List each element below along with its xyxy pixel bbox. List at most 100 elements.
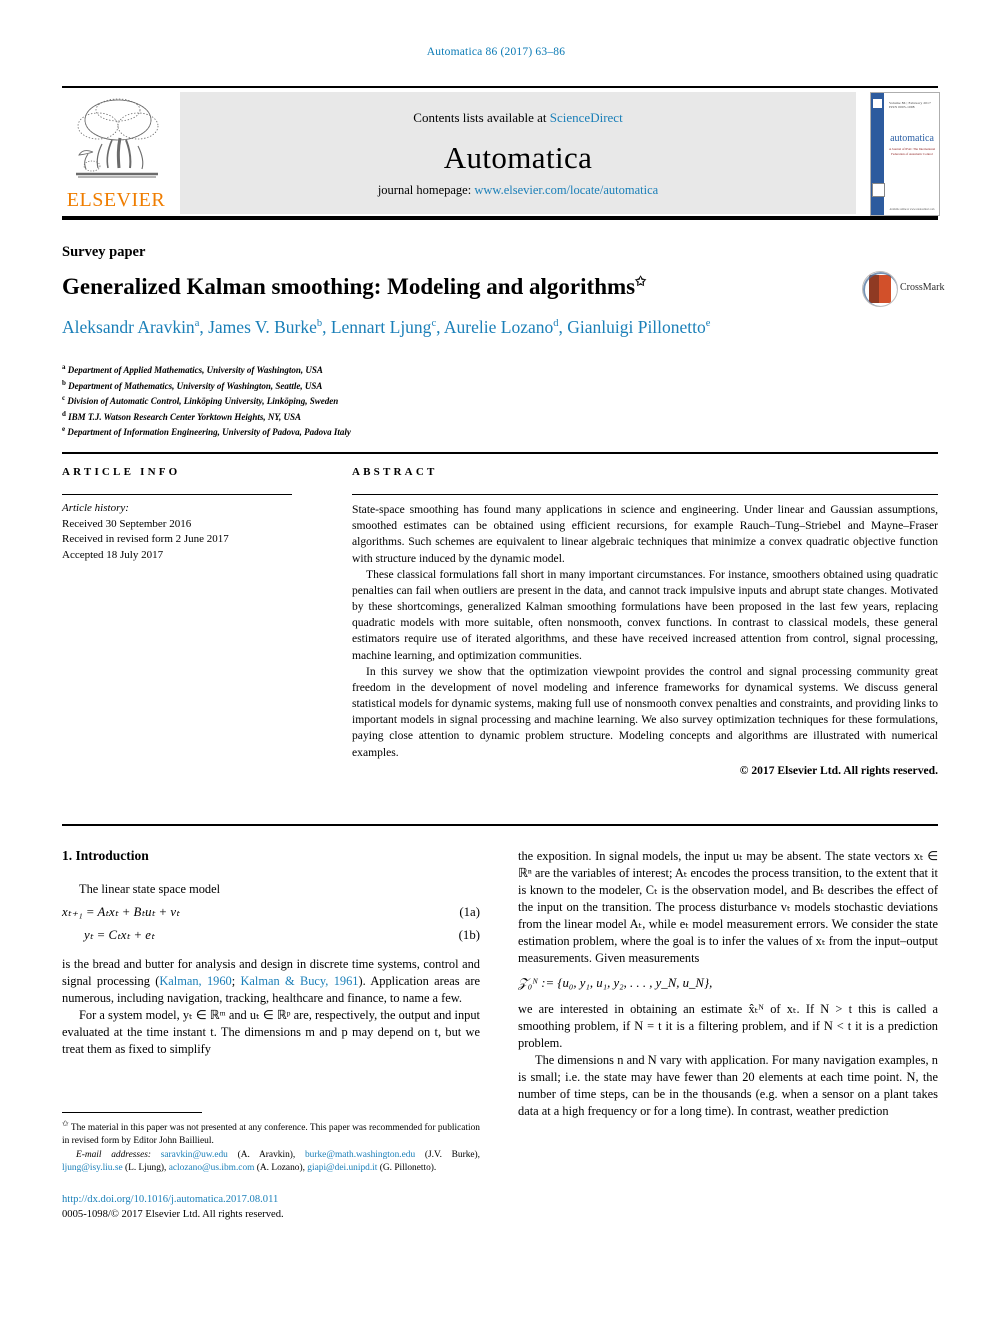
cover-subtitle: A Journal of IFAC The International Fede… — [888, 147, 936, 156]
abstract-block-top-rule — [62, 452, 938, 454]
email-owner-aravkin: (A. Aravkin) — [237, 1149, 293, 1160]
homepage-prefix: journal homepage: — [377, 183, 475, 197]
affiliation-item: c Division of Automatic Control, Linköpi… — [62, 393, 622, 409]
elsevier-tree-icon — [68, 94, 164, 182]
equation-1b: yₜ = Cₜxₜ + eₜ (1b) — [62, 928, 480, 947]
right-paragraph-3: The dimensions n and N vary with applica… — [518, 1053, 938, 1118]
affiliation-text: Division of Automatic Control, Linköping… — [67, 396, 339, 407]
right-paragraph-2: we are interested in obtaining an estima… — [518, 1002, 938, 1051]
author-affiliation-marker: e — [705, 318, 711, 330]
footnote-block: ✩ The material in this paper was not pre… — [62, 1118, 480, 1176]
ifac-logo-top-icon — [873, 99, 882, 108]
journal-cover-thumbnail[interactable]: Volume 86 | February 2017 ISSN 0005-1098… — [870, 92, 940, 216]
abstract-heading: ABSTRACT — [352, 466, 438, 478]
footnote-star-marker: ✩ — [62, 1119, 69, 1128]
affiliation-text: Department of Information Engineering, U… — [67, 427, 351, 438]
journal-masthead: ELSEVIER Contents lists available at Sci… — [62, 86, 940, 220]
journal-homepage-line: journal homepage: www.elsevier.com/locat… — [180, 183, 856, 198]
abstract-paragraph: In this survey we show that the optimiza… — [352, 664, 938, 759]
affiliation-marker: a — [62, 363, 66, 371]
footnote-conference-note: ✩ The material in this paper was not pre… — [62, 1118, 480, 1149]
author-name[interactable]: Lennart Ljung — [331, 317, 432, 337]
journal-homepage-link[interactable]: www.elsevier.com/locate/automatica — [474, 183, 658, 197]
abstract-block-bottom-rule — [62, 824, 938, 826]
article-history-title: Article history: — [62, 502, 129, 514]
elsevier-wordmark: ELSEVIER — [66, 189, 166, 211]
masthead-top-rule — [62, 86, 938, 88]
email-link-ljung[interactable]: ljung@isy.liu.se — [62, 1163, 123, 1173]
equation-1a-body: xₜ₊₁ = Aₜxₜ + Bₜuₜ + vₜ — [62, 905, 180, 919]
affiliation-marker: d — [62, 409, 66, 418]
author-name[interactable]: Aleksandr Aravkin — [62, 317, 195, 337]
masthead-center-panel: Contents lists available at ScienceDirec… — [180, 92, 856, 214]
abstract-rule — [352, 494, 938, 495]
affiliation-list: a Department of Applied Mathematics, Uni… — [62, 362, 622, 440]
footnote-separator-rule — [62, 1112, 202, 1113]
abstract-paragraph: State-space smoothing has found many app… — [352, 503, 938, 565]
crossmark-label: CrossMark — [900, 282, 945, 293]
article-history: Article history: Received 30 September 2… — [62, 501, 322, 563]
page-title: Generalized Kalman smoothing: Modeling a… — [62, 273, 772, 301]
equation-1b-number: (1b) — [458, 928, 480, 942]
affiliation-item: d IBM T.J. Watson Research Center Yorkto… — [62, 409, 622, 425]
email-addresses-label: E-mail addresses: — [76, 1149, 151, 1160]
article-history-item: Accepted 18 July 2017 — [62, 548, 164, 561]
footnote-emails: E-mail addresses: saravkin@uw.edu (A. Ar… — [62, 1149, 481, 1174]
affiliation-text: IBM T.J. Watson Research Center Yorktown… — [68, 411, 302, 422]
intro-paragraph-1: is the bread and butter for analysis and… — [62, 956, 480, 1007]
crossmark-icon — [862, 271, 898, 307]
body-column-left: 1. Introduction The linear state space m… — [62, 848, 480, 1058]
author-affiliation-marker: c — [431, 318, 437, 330]
elsevier-logo: ELSEVIER — [62, 92, 170, 214]
article-history-item: Received 30 September 2016 — [62, 517, 192, 530]
abstract-paragraph: These classical formulations fall short … — [352, 567, 938, 662]
affiliation-text: Department of Mathematics, University of… — [68, 380, 323, 391]
running-head: Automatica 86 (2017) 63–86 — [426, 46, 566, 58]
citation-kalman-1960[interactable]: Kalman, 1960 — [159, 974, 231, 988]
ifac-logo-bottom-icon — [872, 183, 885, 197]
article-history-item: Received in revised form 2 June 2017 — [62, 533, 229, 546]
author-name[interactable]: James V. Burke — [208, 317, 317, 337]
author-affiliation-marker: d — [553, 318, 559, 330]
abstract-copyright: © 2017 Elsevier Ltd. All rights reserved… — [739, 763, 938, 777]
equation-measurement-set: 𝒵₀ᴺ := {u₀, y₁, u₁, y₂, . . . , y_N, u_N… — [518, 976, 713, 991]
cover-footer: Available online at www.sciencedirect.co… — [889, 208, 935, 211]
author-affiliation-marker: a — [194, 318, 200, 330]
crossmark-ring — [863, 272, 897, 306]
email-link-burke[interactable]: burke@math.washington.edu — [305, 1150, 415, 1160]
title-footnote-marker[interactable]: ✩ — [635, 273, 646, 288]
issn-copyright-line: 0005-1098/© 2017 Elsevier Ltd. All right… — [62, 1209, 284, 1221]
email-owner-lozano: (A. Lozano) — [256, 1163, 303, 1174]
affiliation-item: b Department of Mathematics, University … — [62, 378, 622, 394]
doi-link[interactable]: http://dx.doi.org/10.1016/j.automatica.2… — [62, 1192, 480, 1207]
right-paragraph-1: the exposition. In signal models, the in… — [518, 849, 938, 965]
sciencedirect-link[interactable]: ScienceDirect — [550, 110, 623, 125]
affiliation-text: Department of Applied Mathematics, Unive… — [67, 365, 323, 375]
author-affiliation-marker: b — [316, 318, 323, 330]
equation-1a: xₜ₊₁ = Aₜxₜ + Bₜuₜ + vₜ (1a) — [62, 905, 480, 924]
email-link-pillonetto[interactable]: giapi@dei.unipd.it — [307, 1163, 377, 1173]
contents-prefix: Contents lists available at — [413, 110, 550, 125]
email-link-lozano[interactable]: aclozano@us.ibm.com — [169, 1163, 255, 1173]
affiliation-marker: c — [62, 394, 66, 403]
abstract-body: State-space smoothing has found many app… — [352, 502, 938, 779]
equation-1a-number: (1a) — [459, 905, 480, 919]
email-owner-pillonetto: (G. Pillonetto) — [379, 1163, 434, 1174]
affiliation-marker: e — [62, 425, 66, 434]
crossmark-badge[interactable]: CrossMark — [862, 271, 944, 307]
email-link-aravkin[interactable]: saravkin@uw.edu — [161, 1150, 228, 1160]
journal-title: Automatica — [443, 140, 593, 175]
article-info-heading: ARTICLE INFO — [62, 466, 181, 478]
body-column-right: the exposition. In signal models, the in… — [518, 848, 938, 1120]
author-name[interactable]: Aurelie Lozano — [444, 317, 553, 337]
affiliation-item: a Department of Applied Mathematics, Uni… — [62, 362, 622, 378]
author-name[interactable]: Gianluigi Pillonetto — [567, 317, 706, 337]
citation-kalman-bucy-1961[interactable]: Kalman & Bucy, 1961 — [240, 974, 358, 988]
author-list: Aleksandr Aravkina, James V. Burkeb, Len… — [62, 317, 711, 337]
contents-available-line: Contents lists available at ScienceDirec… — [180, 110, 856, 126]
section-heading-introduction: 1. Introduction — [62, 848, 149, 863]
paper-title-text: Generalized Kalman smoothing: Modeling a… — [62, 274, 636, 299]
paper-type-label: Survey paper — [62, 244, 146, 260]
journal-article-page: Automatica 86 (2017) 63–86 ELSEVIER Cont… — [0, 0, 992, 1323]
affiliation-item: e Department of Information Engineering,… — [62, 424, 622, 440]
